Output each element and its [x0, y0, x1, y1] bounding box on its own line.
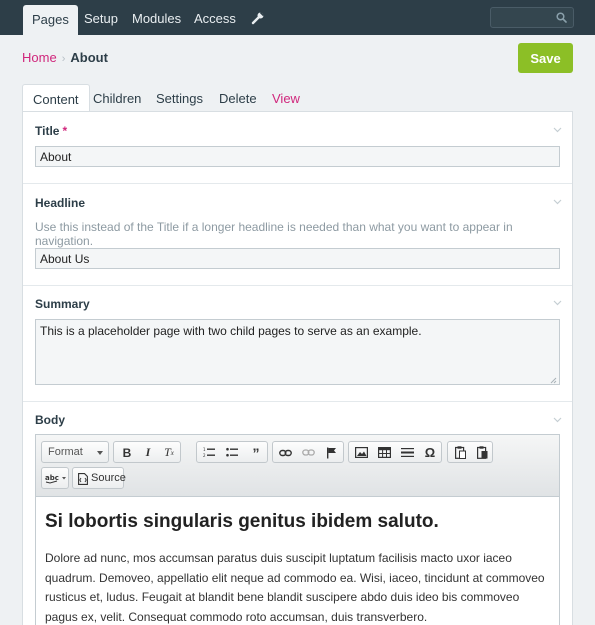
- svg-text:2: 2: [203, 453, 206, 458]
- tab-view[interactable]: View: [272, 91, 300, 106]
- title-input[interactable]: [35, 146, 560, 167]
- breadcrumb-separator: ›: [61, 53, 66, 65]
- chevron-down-icon[interactable]: [553, 417, 562, 423]
- tab-content[interactable]: Content: [22, 84, 90, 112]
- search-box[interactable]: [490, 7, 574, 28]
- headline-input[interactable]: [35, 248, 560, 269]
- insert-group: Ω: [348, 441, 442, 463]
- title-field: Title *: [23, 112, 572, 184]
- link-icon[interactable]: [276, 444, 294, 461]
- chevron-down-icon: [97, 451, 103, 455]
- nav-item-pages[interactable]: Pages: [23, 5, 78, 35]
- paste-text-icon[interactable]: [451, 444, 469, 461]
- chevron-down-icon[interactable]: [553, 199, 562, 205]
- content-heading: Si lobortis singularis genitus ibidem sa…: [45, 511, 439, 532]
- tab-settings[interactable]: Settings: [156, 91, 203, 106]
- spellcheck-group: abc: [41, 467, 69, 489]
- image-icon[interactable]: [352, 444, 370, 461]
- bold-icon[interactable]: B: [118, 444, 136, 461]
- title-label: Title *: [35, 124, 68, 138]
- list-group: 12 ”: [196, 441, 268, 463]
- blockquote-icon[interactable]: ”: [247, 444, 265, 461]
- search-icon[interactable]: [556, 12, 567, 23]
- wrench-icon[interactable]: [251, 11, 265, 25]
- numbered-list-icon[interactable]: 12: [200, 444, 218, 461]
- table-icon[interactable]: [375, 444, 393, 461]
- editor-toolbar: Format B I Tx 12 ” Ω abc Source: [36, 435, 559, 497]
- nav-item-modules[interactable]: Modules: [132, 11, 181, 26]
- rich-text-editor: Format B I Tx 12 ” Ω abc Source Si lobor…: [35, 434, 560, 625]
- anchor-flag-icon[interactable]: [322, 444, 340, 461]
- source-label: Source: [91, 472, 126, 484]
- source-icon: [78, 473, 88, 485]
- required-mark: *: [62, 124, 68, 138]
- body-label: Body: [35, 413, 65, 427]
- content-paragraph: Dolore ad nunc, mos accumsan paratus dui…: [45, 551, 545, 624]
- chevron-down-icon[interactable]: [553, 127, 562, 133]
- headline-field: Headline Use this instead of the Title i…: [23, 184, 572, 286]
- remove-format-icon[interactable]: Tx: [160, 444, 178, 461]
- breadcrumb-current: About: [70, 50, 108, 65]
- paste-group: [447, 441, 493, 463]
- bulleted-list-icon[interactable]: [223, 444, 241, 461]
- summary-field: Summary This is a placeholder page with …: [23, 286, 572, 402]
- nav-item-access[interactable]: Access: [194, 11, 236, 26]
- spellcheck-icon[interactable]: abc: [44, 470, 68, 487]
- nav-item-setup[interactable]: Setup: [84, 11, 118, 26]
- resize-grip-icon[interactable]: [549, 376, 557, 384]
- horizontal-rule-icon[interactable]: [398, 444, 416, 461]
- search-input[interactable]: [491, 8, 555, 27]
- tab-delete[interactable]: Delete: [219, 91, 257, 106]
- headline-description: Use this instead of the Title if a longe…: [35, 220, 513, 248]
- save-button[interactable]: Save: [518, 43, 573, 73]
- headline-label: Headline: [35, 196, 86, 210]
- source-button[interactable]: Source: [72, 467, 126, 489]
- text-style-group: B I Tx: [113, 441, 181, 463]
- special-character-icon[interactable]: Ω: [421, 444, 439, 461]
- breadcrumb: Home › About: [22, 50, 108, 65]
- chevron-down-icon[interactable]: [553, 300, 562, 306]
- summary-textarea[interactable]: This is a placeholder page with two chil…: [35, 319, 560, 385]
- format-dropdown-label: Format: [48, 446, 83, 458]
- tab-children[interactable]: Children: [93, 91, 141, 106]
- content-panel: Title* Headline Use this instead of the …: [22, 111, 573, 625]
- editor-content[interactable]: Si lobortis singularis genitus ibidem sa…: [36, 497, 559, 625]
- link-group: [272, 441, 344, 463]
- italic-icon[interactable]: I: [139, 444, 157, 461]
- paste-word-icon[interactable]: [473, 444, 491, 461]
- breadcrumb-home-link[interactable]: Home: [22, 50, 57, 65]
- unlink-icon[interactable]: [299, 444, 317, 461]
- format-dropdown[interactable]: Format: [41, 441, 109, 463]
- top-nav: Pages Setup Modules Access: [0, 0, 595, 35]
- summary-label: Summary: [35, 297, 90, 311]
- svg-text:1: 1: [203, 447, 206, 452]
